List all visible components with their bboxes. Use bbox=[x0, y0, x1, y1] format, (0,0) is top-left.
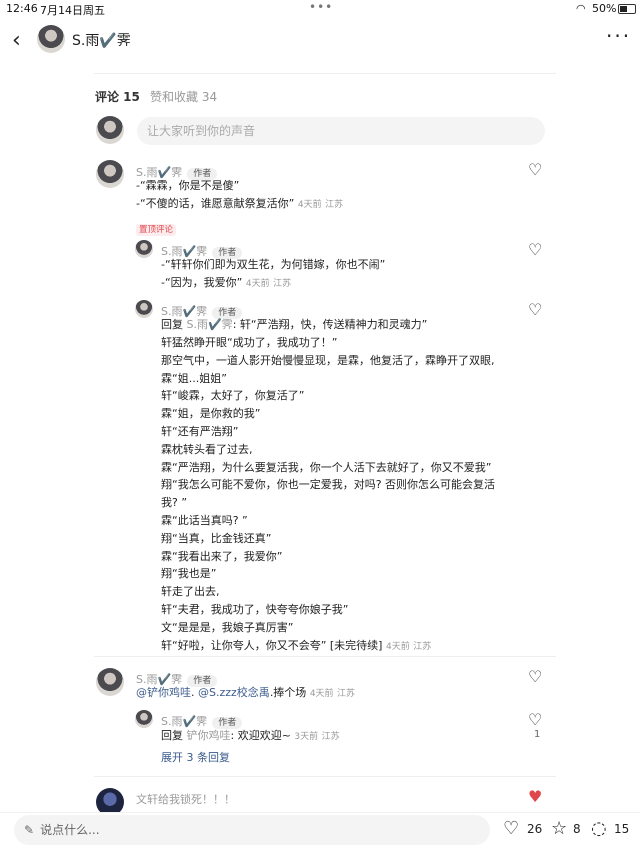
reply-text: : 欢迎欢迎~ bbox=[230, 729, 291, 742]
reply-line: 那空气中，一道人影开始慢慢显现，是霖，他复活了，霖睁开了双眼, bbox=[161, 353, 495, 367]
reply-prefix: 回复 bbox=[161, 729, 187, 742]
comment-time: 4天前 bbox=[309, 689, 334, 699]
tab-comments[interactable]: 评论 15 bbox=[95, 88, 140, 105]
reply-prefix: 回复 bbox=[161, 318, 187, 331]
bottom-input-placeholder: 说点什么... bbox=[40, 823, 100, 837]
reply-line: 轩“还有严浩翔” bbox=[161, 424, 239, 438]
status-time: 12:46 bbox=[6, 2, 38, 15]
reply-line: 翔“我也是” bbox=[161, 567, 217, 581]
reply-line-with-meta: -“因为，我爱你” 4天前 江苏 bbox=[161, 274, 291, 294]
reply-location: 江苏 bbox=[321, 732, 340, 742]
reply-text: 轩“好啦，让你夸人，你又不会夸” [未完待续] bbox=[161, 638, 383, 652]
bottom-comment-input[interactable]: ✎ 说点什么... bbox=[14, 815, 490, 845]
status-bar: 12:46 7月14日周五 ••• ◠ 50% bbox=[0, 0, 640, 18]
reply-line: 霖“此话当真吗? ” bbox=[161, 513, 248, 527]
avatar[interactable] bbox=[37, 25, 65, 53]
reply-to-user[interactable]: S.雨✔️霁 bbox=[187, 318, 233, 331]
like-heart-icon[interactable]: ♡ bbox=[528, 710, 542, 729]
reply-time: 4天前 bbox=[385, 641, 410, 652]
reply-line: 霖“严浩翔，为什么要复活我，你一个人活下去就好了，你又不爱我” bbox=[161, 460, 492, 474]
reply-time: 3天前 bbox=[294, 732, 319, 742]
reply-line: 轩“峻霖，太好了，你复活了” bbox=[161, 389, 305, 403]
back-chevron-icon[interactable]: ‹ bbox=[12, 28, 21, 53]
comment-location: 江苏 bbox=[337, 689, 356, 699]
reply-line: 轩猛然睁开眼“成功了，我成功了！” bbox=[161, 336, 338, 349]
divider bbox=[94, 73, 556, 74]
reply-line: 轩“夫君，我成功了，快夸夸你娘子我” bbox=[161, 602, 349, 616]
comment-avatar[interactable] bbox=[96, 668, 124, 696]
like-heart-icon[interactable]: ♡ bbox=[528, 160, 542, 179]
expand-replies-link[interactable]: 展开 3 条回复 bbox=[161, 749, 230, 765]
more-icon[interactable]: ··· bbox=[606, 24, 631, 48]
comment-text: .捧个场 bbox=[269, 686, 307, 699]
like-heart-icon[interactable]: ♡ bbox=[528, 300, 542, 319]
reply-body: 轩猛然睁开眼“成功了，我成功了！” 那空气中，一道人影开始慢慢显现，是霖，他复活… bbox=[161, 334, 495, 656]
liked-heart-icon[interactable]: ♥ bbox=[528, 787, 542, 806]
header-username[interactable]: S.雨✔️霁 bbox=[72, 30, 131, 50]
comment-line-with-meta: @铲你鸡哇. @S.zzz校念禹.捧个场 4天前 江苏 bbox=[136, 684, 355, 704]
reply-to-user[interactable]: 铲你鸡哇 bbox=[187, 729, 231, 742]
comment-line-with-meta: -“不傻的话，谁愿意献祭复活你” 4天前 江苏 bbox=[136, 195, 343, 215]
comment-line: -“霖霖，你是不是傻” bbox=[136, 179, 240, 192]
mention-link[interactable]: @S.zzz校念禹 bbox=[198, 686, 270, 699]
mention-link[interactable]: @铲你鸡哇 bbox=[136, 686, 191, 699]
star-icon[interactable]: ☆ bbox=[551, 818, 567, 839]
reply-line: -“轩轩你们即为双生花，为何错嫁，你也不闹” bbox=[161, 258, 386, 271]
reply-location: 江苏 bbox=[273, 279, 292, 289]
reply-line: 翔“我怎么可能不爱你，你也一定爱我，对吗? 否则你怎么可能会复活 bbox=[161, 478, 496, 492]
divider bbox=[94, 656, 556, 657]
comment-time: 4天前 bbox=[297, 200, 322, 210]
comment-input[interactable]: 让大家听到你的声音 bbox=[137, 117, 545, 145]
likes-count: 26 bbox=[527, 822, 543, 836]
divider bbox=[94, 776, 556, 777]
status-date: 7月14日周五 bbox=[40, 4, 105, 17]
reply-line: 翔“当真，比金钱还真” bbox=[161, 531, 272, 545]
battery-icon bbox=[618, 4, 636, 14]
reply-line: 霖“我看出来了，我爱你” bbox=[161, 549, 283, 563]
reply-time: 4天前 bbox=[245, 279, 270, 289]
like-count: 1 bbox=[534, 729, 541, 740]
reply-line-with-meta: 轩“好啦，让你夸人，你又不会夸” [未完待续] 4天前 江苏 bbox=[161, 637, 495, 657]
battery-percent: 50% bbox=[592, 2, 617, 15]
reply-line: 文“是是是，我娘子真厉害” bbox=[161, 620, 294, 634]
reply-avatar[interactable] bbox=[135, 710, 153, 728]
wifi-icon: ◠ bbox=[576, 2, 586, 15]
comments-count: 15 bbox=[614, 822, 630, 836]
multitask-dots-icon[interactable]: ••• bbox=[309, 0, 333, 14]
reply-line: 我? ” bbox=[161, 496, 188, 510]
comment-avatar[interactable] bbox=[96, 160, 124, 188]
pinned-badge: 置顶评论 bbox=[136, 217, 177, 236]
pinned-label: 置顶评论 bbox=[136, 224, 177, 236]
stars-count: 8 bbox=[573, 822, 581, 836]
reply-avatar[interactable] bbox=[135, 240, 153, 258]
reply-text: -“因为，我爱你” bbox=[161, 276, 243, 289]
reply-line-with-meta: 回复 铲你鸡哇: 欢迎欢迎~ 3天前 江苏 bbox=[161, 727, 340, 747]
like-heart-icon[interactable]: ♡ bbox=[528, 240, 542, 259]
reply-first-line: 回复 S.雨✔️霁: 轩“严浩翔，快，传送精神力和灵魂力” bbox=[161, 316, 427, 334]
reply-avatar[interactable] bbox=[135, 300, 153, 318]
reply-line: 轩走了出去, bbox=[161, 585, 220, 599]
reply-line: 霖“姐...姐姐” bbox=[161, 371, 227, 385]
mention-separator: . bbox=[191, 686, 198, 699]
tab-likes-favorites[interactable]: 赞和收藏 34 bbox=[150, 88, 217, 105]
reply-line: 霖枕转头看了过去, bbox=[161, 442, 253, 456]
reply-text: : 轩“严浩翔，快，传送精神力和灵魂力” bbox=[232, 318, 428, 331]
like-heart-icon[interactable]: ♡ bbox=[528, 667, 542, 686]
like-heart-icon[interactable]: ♡ bbox=[503, 818, 519, 839]
reply-line: 霖“姐，是你救的我” bbox=[161, 407, 261, 421]
comment-text: -“不傻的话，谁愿意献祭复活你” bbox=[136, 197, 295, 210]
pencil-icon: ✎ bbox=[24, 823, 35, 837]
comment-text: 文轩给我锁死！！！ bbox=[136, 793, 235, 806]
reply-location: 江苏 bbox=[413, 641, 432, 652]
comment-bubble-icon[interactable]: ◌ bbox=[591, 818, 607, 839]
my-avatar bbox=[96, 116, 124, 144]
comment-location: 江苏 bbox=[325, 200, 344, 210]
